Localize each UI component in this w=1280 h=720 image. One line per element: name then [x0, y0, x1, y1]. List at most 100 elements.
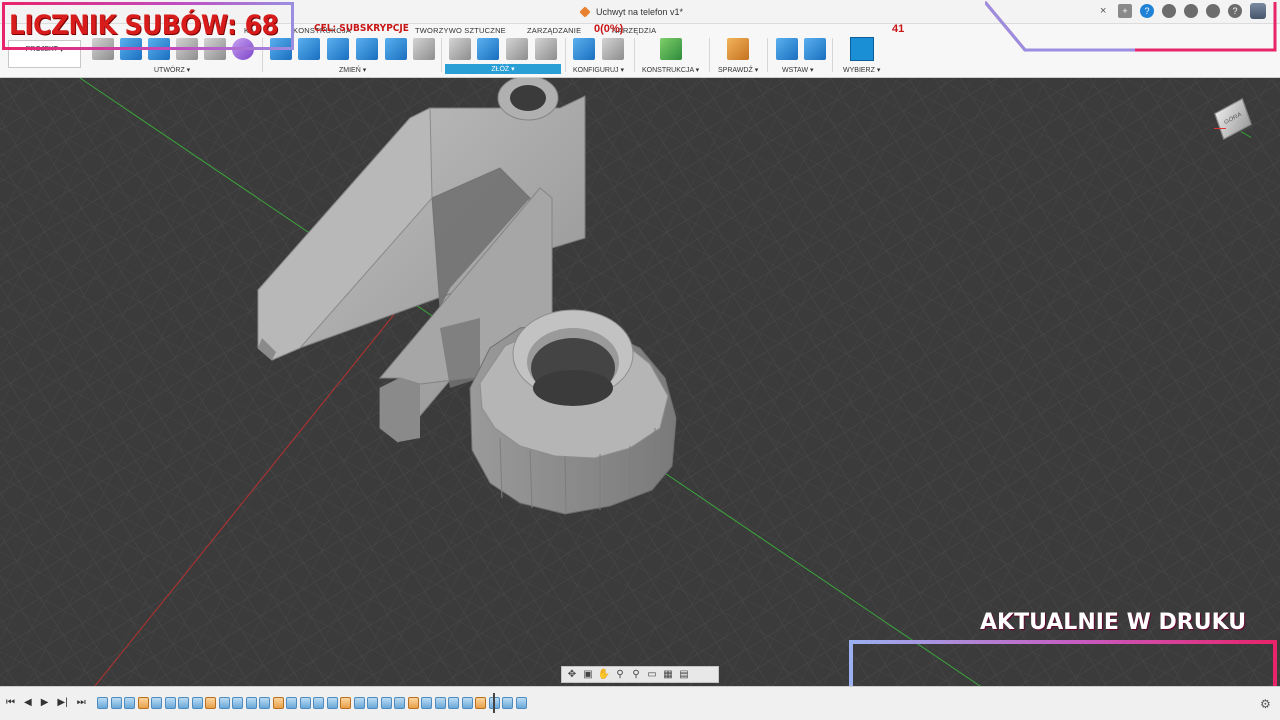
overlay-frame-line: [985, 1, 1277, 52]
timeline-step[interactable]: [326, 697, 338, 709]
timeline-step[interactable]: [137, 697, 149, 709]
group-select[interactable]: WYBIERZ ▾: [843, 66, 880, 74]
timeline-controls: ⏮ ◀ ▶ ▶| ⏭: [6, 697, 86, 708]
timeline-step[interactable]: [286, 697, 297, 709]
group-modify-label: ZMIEŃ: [339, 67, 361, 74]
group-configure-label: KONFIGURUJ: [573, 67, 619, 74]
group-insert[interactable]: WSTAW ▾: [782, 66, 814, 74]
group-inspect-label: SPRAWDŹ: [718, 67, 753, 74]
orbit-icon[interactable]: ✥: [565, 669, 579, 681]
top-right-overlay-frame: [985, 1, 1277, 52]
timeline-step[interactable]: [205, 697, 216, 709]
go-to-end-icon[interactable]: ⏭: [77, 697, 86, 708]
timeline-step[interactable]: [380, 697, 392, 709]
document-tab[interactable]: Uchwyt na telefon v1*: [579, 3, 683, 21]
group-assemble[interactable]: ZŁÓŻ ▾: [445, 64, 561, 74]
timeline-step[interactable]: [515, 697, 527, 709]
step-back-icon[interactable]: ◀: [24, 697, 32, 708]
configure-icon[interactable]: [573, 38, 595, 60]
timeline-step[interactable]: [340, 697, 351, 709]
new-component-icon[interactable]: [449, 38, 471, 60]
timeline-step[interactable]: [448, 697, 459, 709]
timeline-step[interactable]: [421, 697, 432, 709]
fillet-icon[interactable]: [298, 38, 320, 60]
tab-tworzywo-sztuczne[interactable]: TWORZYWO SZTUCZNE: [415, 26, 506, 35]
separator: [565, 38, 566, 72]
group-select-label: WYBIERZ: [843, 67, 875, 74]
timeline-step[interactable]: [218, 697, 230, 709]
timeline-step[interactable]: [353, 697, 365, 709]
measure-icon[interactable]: [727, 38, 749, 60]
timeline-step[interactable]: [367, 697, 378, 709]
timeline-step[interactable]: [313, 697, 324, 709]
move-icon[interactable]: [413, 38, 435, 60]
timeline-step[interactable]: [110, 697, 122, 709]
group-configure[interactable]: KONFIGURUJ ▾: [573, 66, 624, 74]
timeline-step[interactable]: [124, 697, 135, 709]
timeline-step[interactable]: [394, 697, 405, 709]
timeline-step[interactable]: [178, 697, 189, 709]
select-icon[interactable]: [850, 37, 874, 61]
view-cube-label: GÓRA: [1223, 111, 1243, 127]
combine-icon[interactable]: [356, 38, 378, 60]
timeline-step[interactable]: [434, 697, 446, 709]
timeline-step[interactable]: [151, 697, 162, 709]
step-forward-icon[interactable]: ▶|: [57, 697, 67, 708]
separator: [634, 38, 635, 72]
separator: [832, 38, 833, 72]
timeline-marker[interactable]: [493, 693, 495, 713]
timeline-bar: ⏮ ◀ ▶ ▶| ⏭ ⚙: [0, 686, 1280, 720]
split-body-icon[interactable]: [385, 38, 407, 60]
goal-progress: 0(0%): [594, 23, 624, 35]
timeline-step[interactable]: [299, 697, 311, 709]
fusion-app-window: Uchwyt na telefon v1* × + ? ? PROJEKT ▾ …: [0, 0, 1280, 720]
look-at-icon[interactable]: ▣: [581, 669, 595, 681]
rigid-group-icon[interactable]: [535, 38, 557, 60]
viewports-icon[interactable]: ▤: [677, 669, 691, 681]
group-construct-label: KONSTRUKCJA: [642, 67, 694, 74]
overlay-frame-line-accent: [985, 1, 1135, 52]
joint-icon[interactable]: [477, 38, 499, 60]
display-icon[interactable]: ▭: [645, 669, 659, 681]
configuration-table-icon[interactable]: [602, 38, 624, 60]
timeline-step[interactable]: [407, 697, 419, 709]
insert-derive-icon[interactable]: [776, 38, 798, 60]
group-modify[interactable]: ZMIEŃ ▾: [339, 66, 366, 74]
separator: [767, 38, 768, 72]
go-to-start-icon[interactable]: ⏮: [6, 697, 15, 708]
navigation-toolbar: ✥ ▣ ✋ ⚲ ⚲ ▭ ▦ ▤: [561, 666, 719, 683]
insert-canvas-icon[interactable]: [804, 38, 826, 60]
document-icon: [579, 6, 591, 18]
view-cube[interactable]: GÓRA: [1212, 98, 1256, 142]
canvas-viewport[interactable]: GÓRA ✥ ▣ ✋ ⚲ ⚲ ▭ ▦ ▤: [0, 78, 1280, 686]
group-inspect[interactable]: SPRAWDŹ ▾: [718, 66, 758, 74]
timeline-step[interactable]: [191, 697, 203, 709]
timeline-step[interactable]: [97, 697, 108, 709]
grid-icon[interactable]: ▦: [661, 669, 675, 681]
goal-label: CEL: SUBSKRYPCJE: [314, 23, 409, 34]
group-create[interactable]: UTWÓRZ ▾: [154, 66, 190, 74]
zoom-icon[interactable]: ⚲: [613, 669, 627, 681]
timeline-step[interactable]: [245, 697, 257, 709]
as-built-joint-icon[interactable]: [506, 38, 528, 60]
shell-icon[interactable]: [327, 38, 349, 60]
fit-icon[interactable]: ⚲: [629, 669, 643, 681]
gear-icon[interactable]: ⚙: [1260, 697, 1271, 711]
timeline-step[interactable]: [461, 697, 473, 709]
timeline-step[interactable]: [164, 697, 176, 709]
play-icon[interactable]: ▶: [41, 697, 49, 708]
timeline-step[interactable]: [259, 697, 270, 709]
pan-icon[interactable]: ✋: [597, 669, 611, 681]
group-insert-label: WSTAW: [782, 67, 809, 74]
timeline-step[interactable]: [272, 697, 284, 709]
tab-zarzadzanie[interactable]: ZARZĄDZANIE: [527, 26, 581, 35]
timeline-step[interactable]: [232, 697, 243, 709]
timeline-step[interactable]: [475, 697, 486, 709]
separator: [441, 38, 442, 72]
timeline-track[interactable]: [97, 697, 527, 711]
offset-plane-icon[interactable]: [660, 38, 682, 60]
goal-target: 41: [892, 23, 905, 35]
view-cube-axis-x: [1214, 128, 1226, 129]
timeline-step[interactable]: [502, 697, 513, 709]
group-construct[interactable]: KONSTRUKCJA ▾: [642, 66, 699, 74]
